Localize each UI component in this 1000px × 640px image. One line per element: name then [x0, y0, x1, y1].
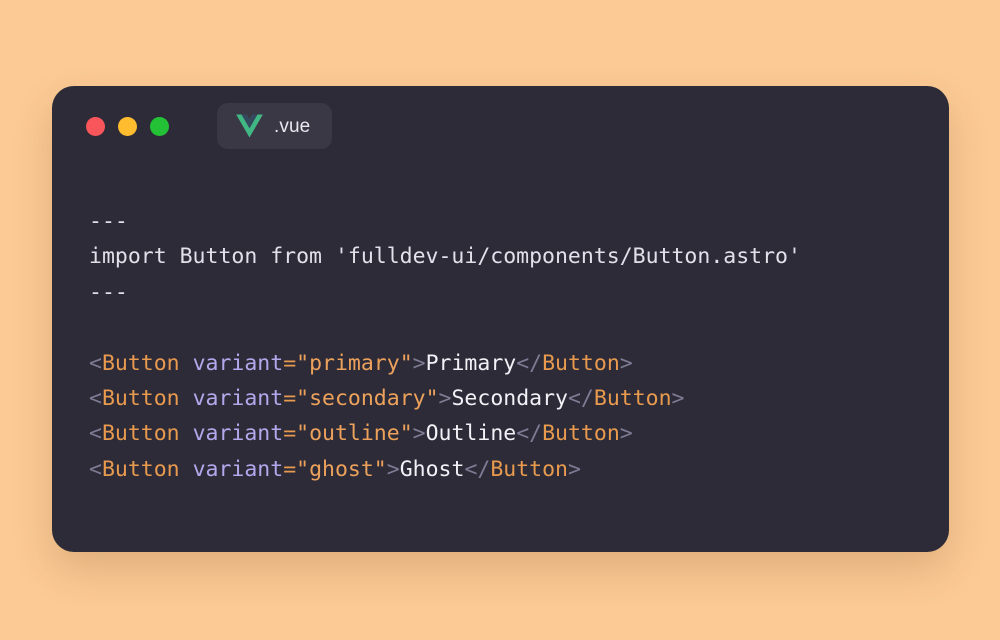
- code-token-text: Secondary: [451, 385, 568, 411]
- vue-logo-icon: [236, 114, 263, 138]
- code-token-tag: Button: [101, 456, 180, 482]
- code-token-punct: </: [516, 421, 543, 447]
- code-line: <Button variant="ghost">Ghost</Button>: [89, 452, 931, 487]
- code-line: <Button variant="outline">Outline</Butto…: [89, 416, 931, 451]
- code-token-attr: variant: [192, 421, 284, 447]
- code-token-text: Ghost: [399, 456, 465, 482]
- code-token-plain: import Button from 'fulldev-ui/component…: [89, 244, 801, 270]
- code-token-tag: Button: [101, 421, 180, 447]
- code-token-punct: <: [89, 421, 102, 447]
- code-token-eq: =: [283, 350, 297, 376]
- code-editor-content[interactable]: --- import Button from 'fulldev-ui/compon…: [89, 204, 931, 487]
- file-tab-vue[interactable]: .vue: [217, 103, 333, 149]
- code-token-punct: <: [89, 350, 102, 376]
- page-root: .vue --- import Button from 'fulldev-ui/c…: [0, 0, 1000, 640]
- code-token-punct: </: [567, 385, 594, 411]
- code-token-eq: =: [283, 456, 297, 482]
- code-token-text: Outline: [425, 421, 517, 447]
- code-token-tag: Button: [593, 385, 672, 411]
- code-token-punct: </: [516, 350, 543, 376]
- code-token-plain: ---: [89, 209, 128, 234]
- code-window: .vue --- import Button from 'fulldev-ui/c…: [52, 86, 949, 552]
- maximize-window-button[interactable]: [150, 116, 169, 136]
- code-token-punct: <: [89, 456, 102, 482]
- code-token-eq: =: [283, 421, 297, 447]
- code-token-plain: ---: [89, 279, 128, 305]
- code-line: ---: [89, 275, 931, 310]
- code-line: <Button variant="primary">Primary</Butto…: [89, 346, 931, 381]
- traffic-light-controls: [86, 116, 169, 136]
- code-token-attr: variant: [192, 456, 284, 482]
- code-token-string: "secondary": [296, 385, 439, 411]
- code-line: ---: [89, 204, 931, 239]
- code-token-punct: >: [412, 421, 426, 447]
- code-token-tag: Button: [542, 350, 620, 376]
- code-token-tag: Button: [101, 385, 180, 411]
- code-line: <Button variant="secondary">Secondary</B…: [89, 381, 931, 416]
- code-token-string: "primary": [296, 350, 413, 376]
- close-window-button[interactable]: [86, 116, 105, 136]
- minimize-window-button[interactable]: [118, 116, 137, 136]
- code-token-punct: >: [568, 456, 581, 482]
- code-token-punct: >: [671, 385, 685, 411]
- code-token-attr: variant: [192, 385, 284, 411]
- code-token-punct: >: [412, 350, 426, 376]
- code-token-string: "ghost": [296, 456, 387, 482]
- code-token-punct: <: [89, 385, 102, 411]
- code-token-tag: Button: [101, 350, 180, 376]
- code-token-string: "outline": [296, 421, 413, 447]
- code-token-attr: variant: [192, 350, 284, 376]
- code-token-text: Primary: [425, 350, 517, 376]
- code-token-tag: Button: [542, 421, 620, 447]
- code-line: import Button from 'fulldev-ui/component…: [89, 239, 931, 274]
- code-token-punct: >: [619, 350, 633, 376]
- window-titlebar: .vue: [52, 86, 949, 166]
- file-tab-label: .vue: [274, 115, 311, 137]
- code-token-punct: >: [438, 385, 452, 411]
- code-token-punct: </: [464, 456, 491, 482]
- code-token-punct: >: [619, 421, 633, 447]
- code-token-tag: Button: [490, 456, 568, 482]
- code-token-punct: >: [386, 456, 400, 482]
- code-token-eq: =: [283, 385, 297, 411]
